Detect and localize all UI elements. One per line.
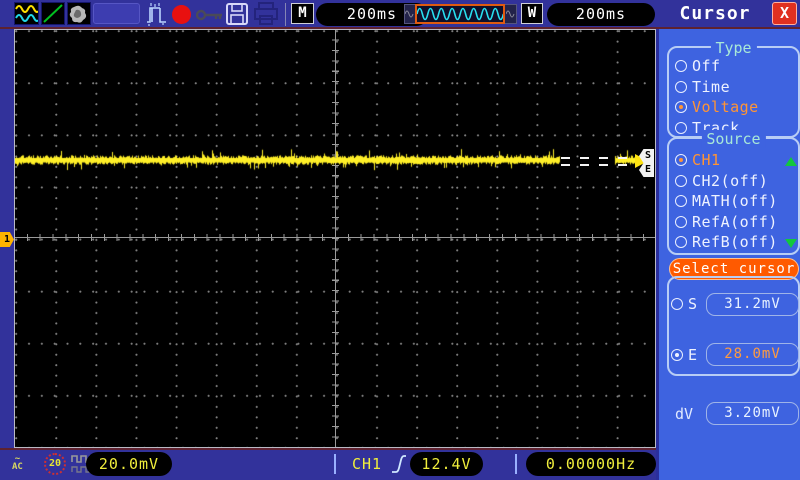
- cursor-e-row-label[interactable]: E: [671, 346, 697, 364]
- cursor-s-dashed-line[interactable]: [561, 157, 629, 159]
- source-option-ch1[interactable]: CH1: [669, 150, 798, 171]
- radio-icon: [675, 60, 687, 72]
- radio-selected-icon: [671, 349, 683, 361]
- radio-icon: [675, 122, 687, 134]
- delta-voltage-label: dV: [675, 405, 693, 423]
- cursor-s-row-label[interactable]: S: [671, 295, 697, 313]
- cursor-menu-panel: Type Off Time Voltage Track: [656, 29, 800, 480]
- cursor-s-value[interactable]: 31.2mV: [706, 293, 799, 316]
- type-group-title: Type: [710, 39, 756, 57]
- radio-icon: [675, 175, 687, 187]
- type-option-time[interactable]: Time: [669, 77, 798, 98]
- source-group-title: Source: [701, 130, 765, 148]
- channel-waves-icon[interactable]: [14, 2, 39, 25]
- trigger-source-label: CH1: [352, 455, 382, 473]
- type-option-voltage[interactable]: Voltage: [669, 97, 798, 118]
- source-group: Source CH1 CH2(off) MATH(off) RefA(off): [667, 137, 800, 255]
- volts-per-div-readout: 20.0mV: [86, 452, 172, 476]
- probe-attenuation-badge: 20: [44, 453, 66, 475]
- scope-display: S E: [14, 29, 656, 448]
- ch1-trace: [15, 30, 655, 447]
- waveform-position-preview[interactable]: [404, 4, 517, 24]
- left-margin-strip: 1: [0, 29, 14, 448]
- ramp-signal-icon[interactable]: [41, 2, 65, 25]
- radio-icon: [671, 298, 683, 310]
- oscilloscope-screen: M 200ms W 200ms 1 S E Cursor X: [0, 0, 800, 480]
- trigger-level-readout: 12.4V: [410, 452, 483, 476]
- main-timebase-indicator: M: [291, 3, 314, 24]
- lock-key-icon[interactable]: [196, 7, 224, 26]
- radio-icon: [675, 195, 687, 207]
- source-option-math[interactable]: MATH(off): [669, 191, 798, 212]
- source-option-refa[interactable]: RefA(off): [669, 212, 798, 233]
- empty-toolbar-slot: [93, 3, 140, 24]
- rising-edge-trigger-icon: [390, 452, 408, 480]
- cursor-e-value[interactable]: 28.0mV: [706, 343, 799, 366]
- scroll-down-icon[interactable]: [785, 239, 797, 248]
- statusbar-divider: [515, 454, 517, 474]
- pulse-signal-icon[interactable]: [146, 2, 168, 30]
- cursor-e-dashed-line[interactable]: [561, 164, 629, 166]
- source-option-refb[interactable]: RefB(off): [669, 232, 798, 253]
- radio-icon: [675, 81, 687, 93]
- window-timebase-indicator: W: [521, 3, 543, 24]
- record-button[interactable]: [172, 5, 191, 24]
- radio-selected-icon: [675, 154, 687, 166]
- type-option-off[interactable]: Off: [669, 56, 798, 77]
- source-option-ch2[interactable]: CH2(off): [669, 171, 798, 192]
- toolbar-divider: [285, 3, 286, 26]
- waveform-zoom-window[interactable]: [415, 4, 505, 24]
- radio-icon: [675, 236, 687, 248]
- radio-selected-icon: [675, 101, 687, 113]
- panel-title: Cursor: [660, 3, 770, 27]
- noise-signal-icon[interactable]: [67, 2, 91, 25]
- window-timebase-readout: 200ms: [547, 3, 655, 26]
- print-icon[interactable]: [253, 2, 279, 30]
- coupling-ac-icon: ~ AC: [12, 451, 23, 471]
- type-group: Type Off Time Voltage Track: [667, 46, 800, 138]
- frequency-counter-readout: 0.00000Hz: [526, 452, 656, 476]
- close-icon[interactable]: X: [772, 2, 797, 25]
- bottom-status-bar: ~ AC 20 20.0mV CH1 12.4V 0.00000Hz: [0, 448, 656, 480]
- save-floppy-icon[interactable]: [225, 2, 249, 30]
- statusbar-divider: [334, 454, 336, 474]
- scroll-up-icon[interactable]: [785, 157, 797, 166]
- delta-voltage-value: 3.20mV: [706, 402, 799, 425]
- channel1-ground-marker[interactable]: 1: [0, 232, 14, 247]
- radio-icon: [675, 216, 687, 228]
